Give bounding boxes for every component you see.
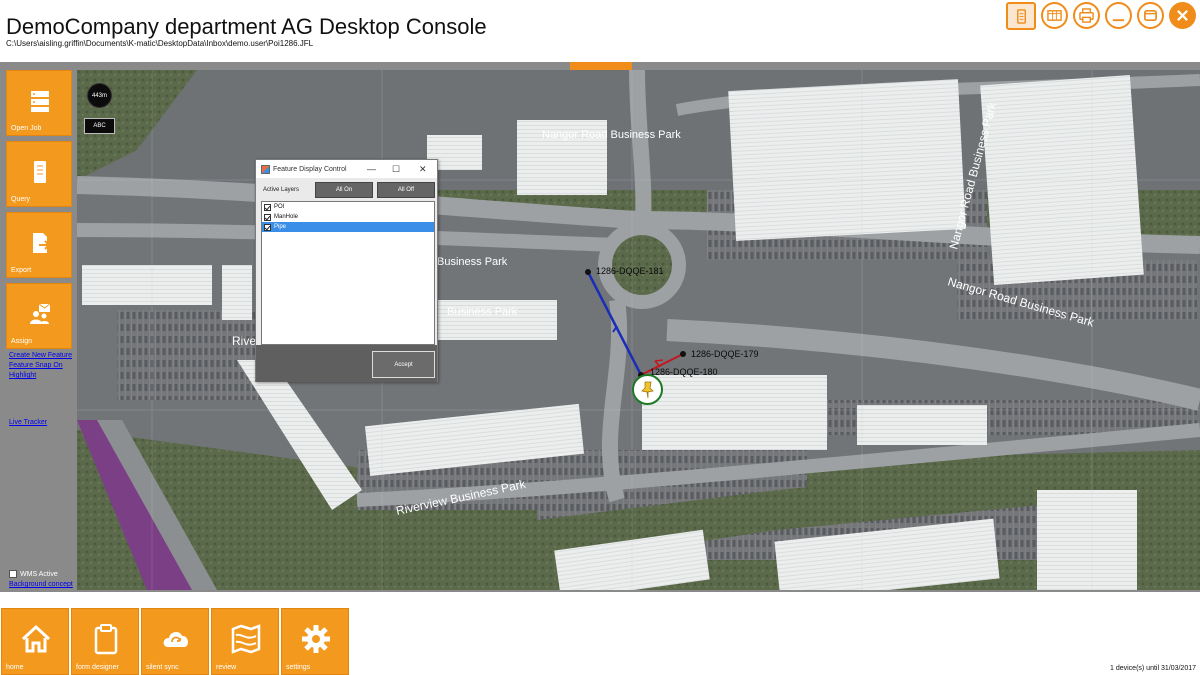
layer-name: POI [274,204,285,210]
assign-users-icon [30,303,51,324]
highlight-link[interactable]: Highlight [9,372,36,379]
layer-name: Pipe [274,224,287,230]
export-label: Export [11,267,32,274]
pushpin-icon [640,381,654,398]
layer-checkbox-pipe[interactable] [264,223,271,231]
map-scale-indicator: 443m [87,83,112,108]
background-concept-link[interactable]: Background concept [9,581,73,588]
window-controls [1006,2,1196,30]
feature-label-179: 1286-DQQE-179 [691,349,759,359]
all-on-button[interactable]: All On [315,182,373,198]
home-button[interactable]: home [1,608,69,675]
app-title: DemoCompany department AG Desktop Consol… [6,14,487,39]
layer-row-pipe[interactable]: Pipe [262,222,434,232]
wms-label: WMS Active [20,570,58,578]
feature-display-control-dialog: Feature Display Control — ☐ ✕ Active Lay… [255,159,438,382]
map-view[interactable]: Nangor Road Business Park Nangor Road Bu… [77,70,1200,590]
minimize-icon [1112,19,1125,22]
live-tracker-link[interactable]: Live Tracker [9,419,47,426]
dialog-minimize-icon[interactable]: — [367,164,376,174]
gear-icon [302,625,330,653]
home-label: home [6,664,24,671]
map-label-business-2: Business Park [447,306,518,318]
manhole-node-181[interactable] [585,269,591,275]
feature-snap-on-link[interactable]: Feature Snap On [9,362,63,369]
dialog-close-icon[interactable]: ✕ [419,164,427,175]
wms-checkbox[interactable] [9,570,17,578]
close-icon [1177,10,1188,21]
assign-button[interactable]: Assign [6,283,72,349]
table-icon [1047,10,1062,21]
feature-label-181: 1286-DQQE-181 [596,266,664,276]
wms-toggle[interactable]: WMS Active [9,570,58,578]
export-document-icon [33,233,51,253]
dialog-title: Feature Display Control [273,165,347,173]
map-label-nangor-1: Nangor Road Business Park [542,129,681,141]
clipboard-icon [94,624,118,655]
settings-label: settings [286,664,311,671]
open-job-button[interactable]: Open Job [6,70,72,136]
app-window-icon [261,164,270,174]
poi-marker[interactable] [632,374,663,405]
query-label: Query [11,196,31,203]
query-button[interactable]: Query [6,141,72,207]
manhole-node-179[interactable] [680,351,686,357]
map-label-business-1: Business Park [437,256,508,268]
create-new-feature-link[interactable]: Create New Feature [9,352,72,359]
form-icon [1016,8,1026,24]
minimize-button[interactable] [1105,2,1132,29]
feature-label-180: 1286-DQQE-180 [650,367,718,377]
home-icon [21,624,51,653]
review-label: review [216,664,237,671]
layer-row-poi[interactable]: POI [262,202,434,212]
dialog-maximize-icon[interactable]: ☐ [392,164,400,175]
mobile-device-icon [34,161,46,183]
silent-sync-label: silent sync [146,664,179,671]
active-layers-label: Active Layers [263,187,300,193]
dialog-title-bar: Feature Display Control — ☐ ✕ [256,160,437,178]
left-sidebar: Open Job Query Export Assign Create New … [5,70,75,590]
layer-list[interactable]: POI ManHole Pipe [261,201,435,345]
open-job-label: Open Job [11,125,42,132]
layer-checkbox-poi[interactable] [264,203,271,211]
device-status: 1 device(s) until 31/03/2017 [1110,665,1196,672]
map-review-icon [231,624,261,654]
restore-icon [1144,9,1157,22]
layer-checkbox-manhole[interactable] [264,213,271,221]
form-designer-button[interactable]: form designer [71,608,139,675]
form-view-button[interactable] [1006,2,1036,30]
settings-button[interactable]: settings [281,608,349,675]
restore-button[interactable] [1137,2,1164,29]
printer-icon [1079,8,1094,23]
form-designer-label: form designer [76,664,119,671]
satellite-map: Nangor Road Business Park Nangor Road Bu… [77,70,1200,590]
abc-label-toggle[interactable]: ABC [84,118,115,134]
frame-pull-tab[interactable] [570,62,632,70]
table-view-button[interactable] [1041,2,1068,29]
export-button[interactable]: Export [6,212,72,278]
file-path: C:\Users\aisling.griffin\Documents\K-mat… [6,39,314,48]
layer-name: ManHole [274,214,299,220]
review-button[interactable]: review [211,608,279,675]
server-stack-icon [31,91,49,112]
accept-button[interactable]: Accept [372,351,435,378]
layer-row-manhole[interactable]: ManHole [262,212,434,222]
silent-sync-button[interactable]: silent sync [141,608,209,675]
close-button[interactable] [1169,2,1196,29]
cloud-sync-icon [163,632,188,647]
assign-label: Assign [11,338,33,345]
print-button[interactable] [1073,2,1100,29]
all-off-button[interactable]: All Off [377,182,435,198]
